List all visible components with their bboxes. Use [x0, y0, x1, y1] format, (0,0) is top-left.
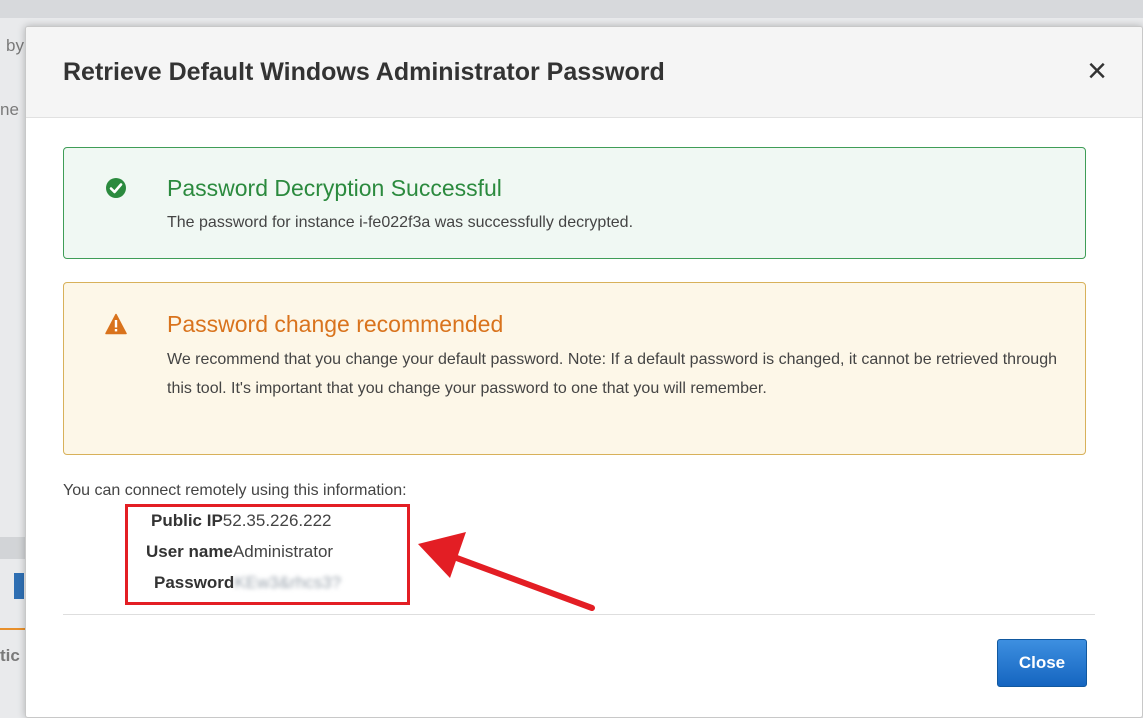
- success-alert: Password Decryption Successful The passw…: [63, 147, 1086, 259]
- warning-message: We recommend that you change your defaul…: [167, 351, 1057, 397]
- close-button[interactable]: Close: [997, 639, 1087, 687]
- password-dialog: Retrieve Default Windows Administrator P…: [25, 26, 1143, 718]
- dialog-title: Retrieve Default Windows Administrator P…: [63, 58, 665, 86]
- dialog-header: Retrieve Default Windows Administrator P…: [26, 27, 1142, 118]
- background-blue-marker: [14, 573, 24, 599]
- connect-intro-text: You can connect remotely using this info…: [63, 482, 407, 499]
- background-text-fragment: ne: [0, 100, 19, 119]
- footer-divider: [63, 614, 1095, 615]
- check-circle-icon: [106, 178, 126, 198]
- warning-alert: Password change recommended We recommend…: [63, 282, 1086, 455]
- warning-triangle-icon: [105, 313, 127, 335]
- background-strip: [0, 537, 26, 559]
- close-icon[interactable]: ×: [1081, 54, 1113, 88]
- background-orange-rule: [0, 628, 26, 630]
- background-top-band: [0, 0, 1143, 18]
- annotation-highlight-box: [125, 504, 410, 605]
- success-message: The password for instance i-fe022f3a was…: [167, 214, 634, 231]
- warning-heading: Password change recommended: [167, 311, 504, 337]
- screenshot-stage: by ne tic Retrieve Default Windows Admin…: [0, 0, 1143, 718]
- background-text-fragment: tic: [0, 646, 20, 665]
- success-heading: Password Decryption Successful: [167, 175, 502, 201]
- background-text-fragment: by: [6, 36, 24, 55]
